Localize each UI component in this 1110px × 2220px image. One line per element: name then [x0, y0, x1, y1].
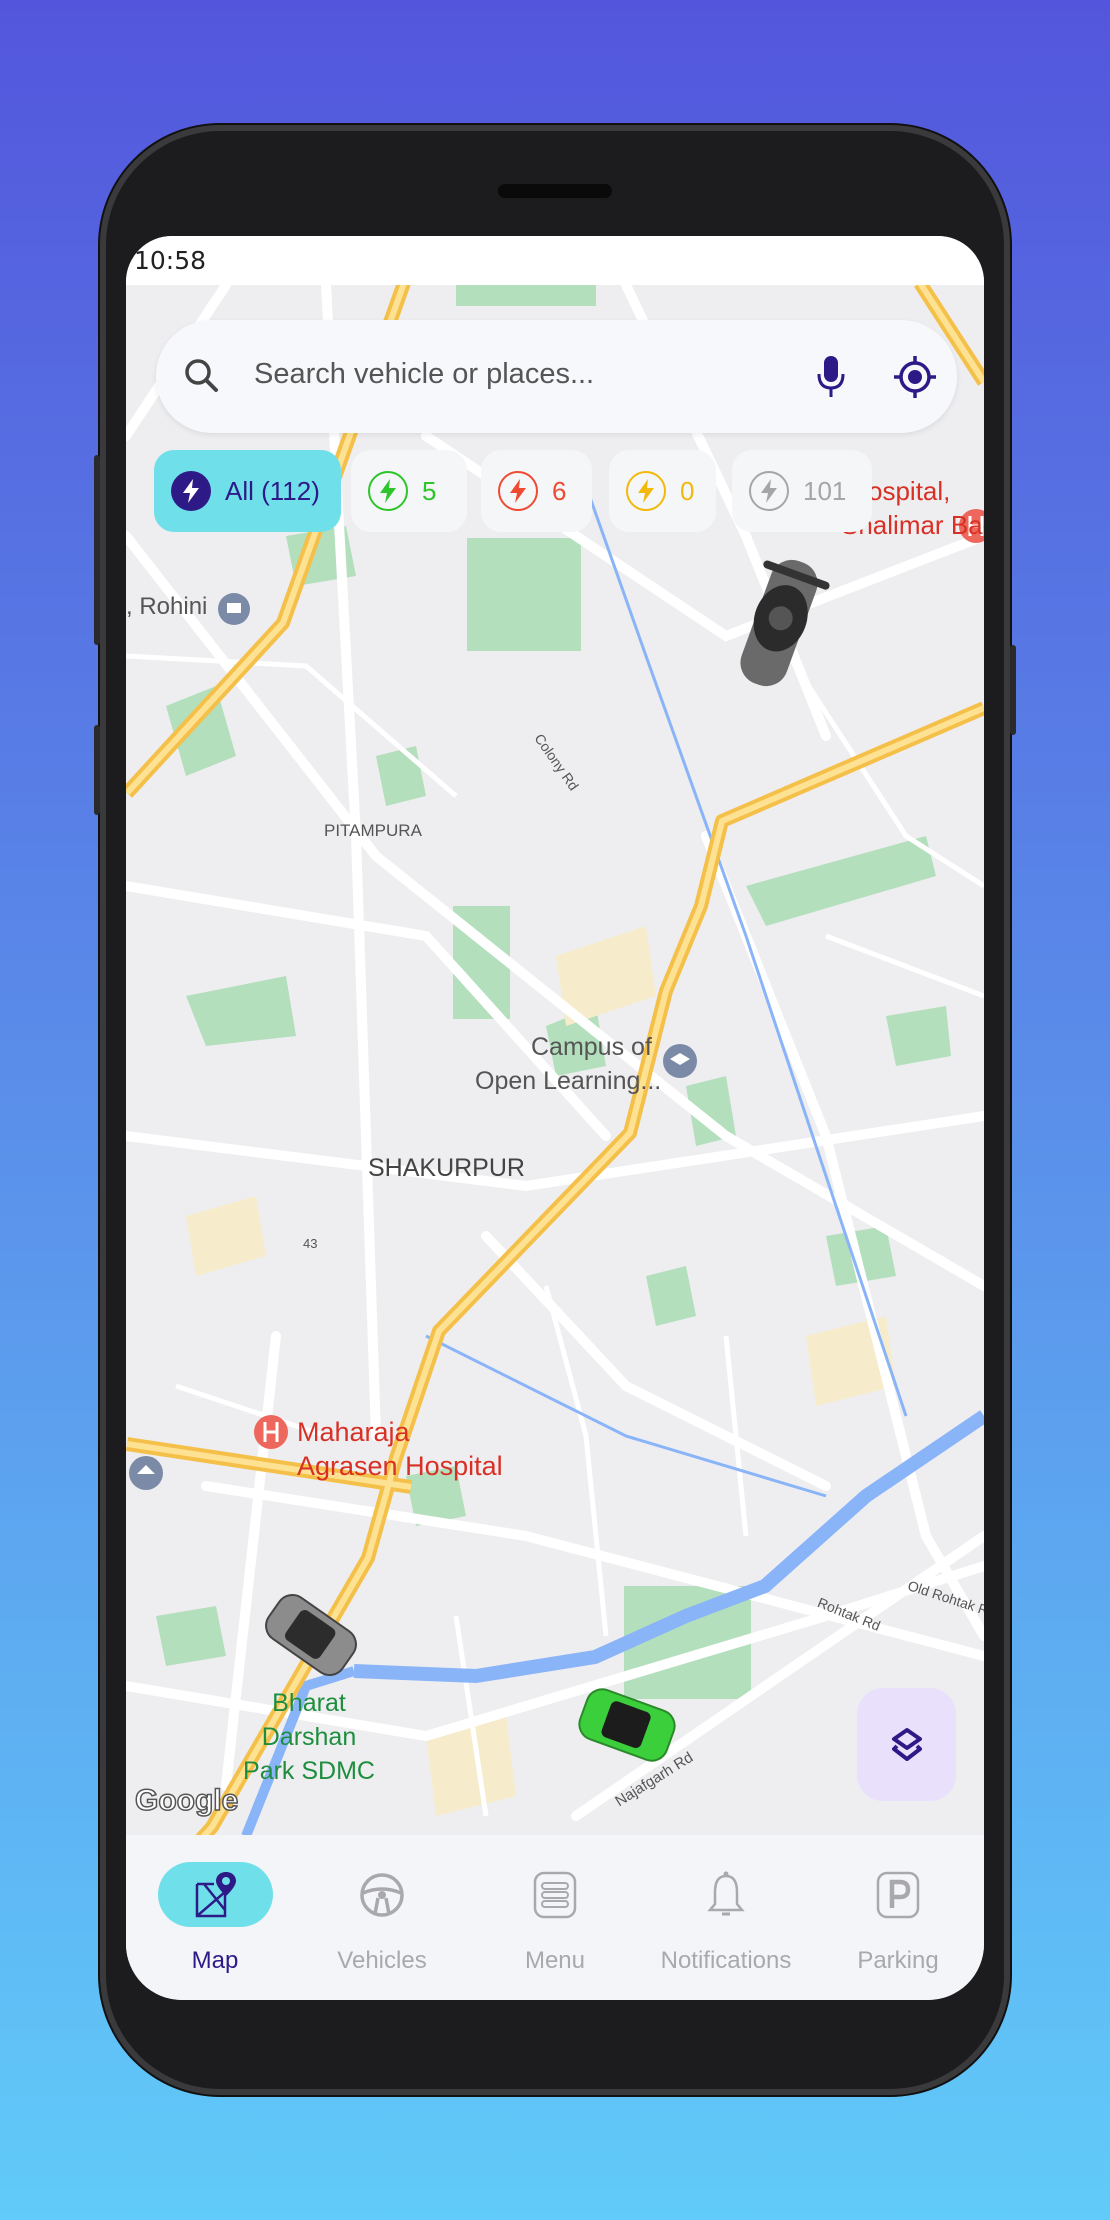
map-label: , Rohini [126, 593, 208, 620]
nav-label: Vehicles [337, 1947, 427, 1974]
map-label: Campus of [531, 1033, 652, 1061]
filter-green[interactable]: 5 [351, 450, 467, 532]
filter-gray[interactable]: 101 [732, 450, 872, 532]
vehicle-motorbike[interactable] [724, 550, 834, 696]
nav-notifications[interactable]: Notifications [646, 1862, 806, 1975]
map-label: SHAKURPUR [368, 1154, 525, 1182]
map-label: Maharaja [297, 1417, 410, 1447]
status-bar: 10:58 [126, 236, 984, 285]
nav-menu[interactable]: Menu [475, 1862, 635, 1975]
nav-parking[interactable]: Parking [818, 1862, 978, 1975]
search-bar[interactable]: Search vehicle or places... [156, 320, 957, 433]
hospital-pin-icon[interactable] [254, 1415, 288, 1449]
layers-button[interactable] [857, 1688, 956, 1801]
filter-label: 0 [680, 475, 695, 506]
lightning-icon [749, 471, 789, 511]
layers-icon [891, 1727, 922, 1761]
filter-label: 101 [803, 475, 847, 506]
filter-red[interactable]: 6 [481, 450, 592, 532]
search-input[interactable]: Search vehicle or places... [254, 358, 594, 391]
map-label: Agrasen Hospital [297, 1451, 503, 1481]
map-label: Park SDMC [243, 1757, 375, 1785]
volume-button [94, 455, 100, 645]
school-pin-icon[interactable] [663, 1044, 697, 1078]
nav-vehicles[interactable]: Vehicles [302, 1862, 462, 1975]
nav-label: Parking [857, 1947, 939, 1974]
map-label: 43 [303, 1236, 318, 1251]
microphone-icon[interactable] [816, 354, 846, 400]
filter-label: All (112) [225, 475, 320, 506]
map-label: ospital, [868, 476, 951, 506]
power-button [1010, 645, 1016, 735]
my-location-icon[interactable] [892, 354, 938, 400]
map-label: Open Learning... [475, 1067, 662, 1095]
steering-wheel-icon [360, 1872, 404, 1917]
lightning-icon [626, 471, 666, 511]
place-pin-icon[interactable] [129, 1456, 163, 1490]
map-label: Bharat [272, 1689, 346, 1717]
parking-icon [876, 1871, 920, 1918]
nav-label: Map [191, 1947, 239, 1974]
filter-all[interactable]: All (112) [154, 450, 341, 532]
speaker [498, 184, 612, 198]
menu-icon [533, 1871, 577, 1918]
search-icon [185, 359, 218, 392]
nav-label: Menu [524, 1947, 586, 1974]
status-time: 10:58 [134, 246, 207, 275]
map-label: PITAMPURA [324, 821, 422, 840]
nav-map[interactable]: Map [135, 1862, 295, 1975]
filter-label: 5 [422, 475, 437, 506]
filter-label: 6 [552, 475, 567, 506]
google-logo: Google [134, 1783, 239, 1818]
lightning-icon [498, 471, 538, 511]
bell-icon [707, 1871, 745, 1915]
app-screen: 10:58 , Rohini ospital, Shalimar Ba Colo… [126, 236, 984, 2000]
place-pin-icon[interactable] [218, 593, 250, 625]
map-pin-icon [195, 1871, 236, 1917]
lightning-icon [368, 471, 408, 511]
nav-label: Notifications [660, 1947, 792, 1974]
filter-yellow[interactable]: 0 [609, 450, 716, 532]
side-button [94, 725, 100, 815]
map-label: Darshan [261, 1723, 357, 1751]
bottom-nav: Map Vehicles Menu Notifications Parking [126, 1835, 984, 2000]
lightning-icon [171, 471, 211, 511]
